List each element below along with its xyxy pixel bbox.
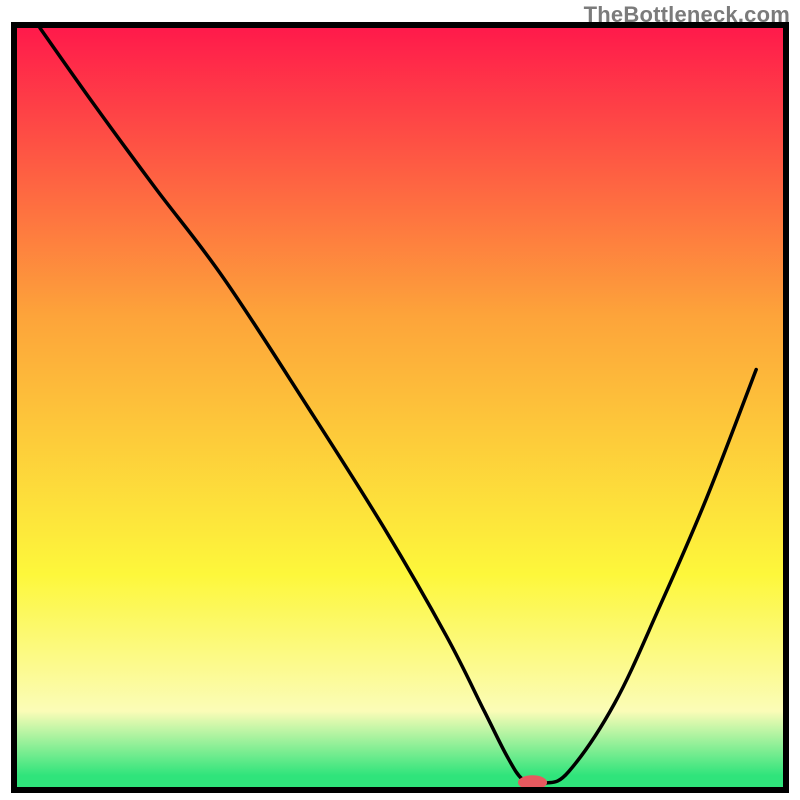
bottleneck-chart xyxy=(0,0,800,800)
watermark-text: TheBottleneck.com xyxy=(584,2,790,28)
chart-stage: TheBottleneck.com xyxy=(0,0,800,800)
plot-area xyxy=(17,28,783,787)
